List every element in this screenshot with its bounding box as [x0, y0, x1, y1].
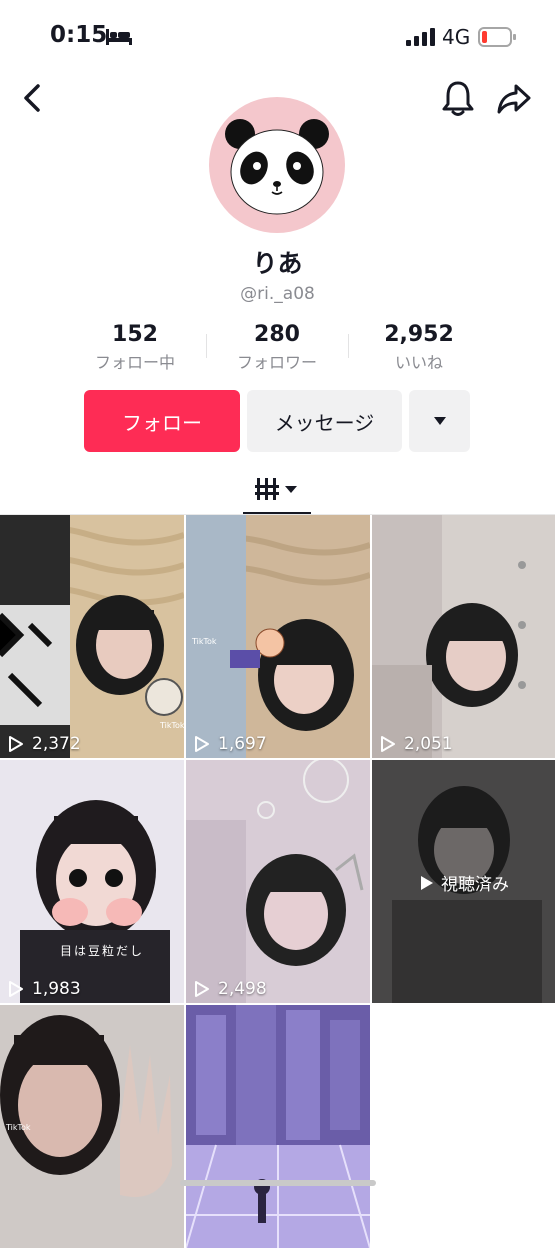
play-icon	[195, 736, 209, 752]
cellular-signal-icon	[406, 28, 435, 46]
video-thumbnail-image	[186, 1005, 370, 1248]
status-bar: 0:15 4G	[0, 0, 555, 72]
play-icon	[9, 981, 23, 997]
stat-followers[interactable]: 280 フォロワー	[207, 322, 347, 373]
back-icon[interactable]	[18, 78, 50, 118]
follow-button[interactable]: フォロー	[84, 390, 240, 452]
message-button[interactable]: メッセージ	[247, 390, 402, 452]
play-icon	[381, 736, 395, 752]
stat-following-label: フォロー中	[94, 353, 175, 372]
video-thumbnail-image	[372, 515, 555, 758]
view-count-text: 2,372	[32, 734, 81, 754]
video-thumbnail[interactable]: 視聴済み	[372, 760, 555, 1003]
view-count: 2,051	[380, 734, 453, 754]
stat-followers-count: 280	[254, 322, 300, 347]
view-count-text: 1,697	[218, 734, 267, 754]
video-thumbnail-image	[0, 515, 184, 758]
profile-name: りあ	[252, 249, 303, 278]
play-icon	[9, 736, 23, 752]
stat-following[interactable]: 152 フォロー中	[65, 322, 205, 373]
stat-likes[interactable]: 2,952 いいね	[349, 322, 489, 373]
video-thumbnail[interactable]: 2,051	[372, 515, 555, 758]
caret-down-icon	[433, 417, 446, 425]
video-thumbnail[interactable]: TikTok 1,697	[186, 515, 370, 758]
battery-low-icon	[478, 27, 516, 47]
profile-handle: @ri._a08	[240, 284, 315, 304]
view-count: 2,498	[194, 979, 267, 999]
video-thumbnail[interactable]: TikTok	[0, 1005, 184, 1248]
sleep-mode-icon	[106, 29, 132, 45]
watched-label: 視聴済み	[441, 875, 509, 895]
video-thumbnail-image	[186, 760, 370, 1003]
view-count: 1,983	[8, 979, 81, 999]
stat-followers-label: フォロワー	[236, 353, 317, 372]
tiktok-watermark: TikTok	[160, 721, 184, 730]
stat-likes-count: 2,952	[384, 322, 454, 347]
tiktok-watermark: TikTok	[6, 1123, 31, 1132]
video-thumbnail-image	[0, 760, 184, 1003]
view-count: 2,372	[8, 734, 81, 754]
profile-stats: 152 フォロー中 280 フォロワー 2,952 いいね	[0, 322, 555, 376]
video-thumbnail[interactable]: 2,498	[186, 760, 370, 1003]
tab-videos[interactable]	[243, 468, 311, 514]
content-tabs	[0, 468, 555, 515]
share-icon[interactable]	[496, 78, 532, 118]
view-count-text: 2,498	[218, 979, 267, 999]
suggested-accounts-button[interactable]	[409, 390, 470, 452]
watched-overlay: 視聴済み	[372, 870, 555, 895]
play-icon	[195, 981, 209, 997]
video-thumbnail[interactable]: TikTok 2,372	[0, 515, 184, 758]
view-count: 1,697	[194, 734, 267, 754]
home-indicator	[180, 1180, 376, 1186]
stat-likes-label: いいね	[394, 353, 443, 372]
network-type: 4G	[442, 25, 471, 49]
video-caption: 目は豆粒だし	[60, 944, 145, 958]
play-icon	[421, 875, 433, 890]
status-time: 0:15	[50, 22, 108, 48]
view-count-text: 2,051	[404, 734, 453, 754]
video-thumbnail[interactable]: 目は豆粒だし 1,983	[0, 760, 184, 1003]
tiktok-watermark: TikTok	[192, 637, 217, 646]
avatar	[209, 97, 345, 233]
video-thumbnail[interactable]	[186, 1005, 370, 1248]
stat-following-count: 152	[112, 322, 158, 347]
view-count-text: 1,983	[32, 979, 81, 999]
video-grid-icon	[255, 478, 297, 500]
notification-bell-icon[interactable]	[440, 78, 476, 118]
